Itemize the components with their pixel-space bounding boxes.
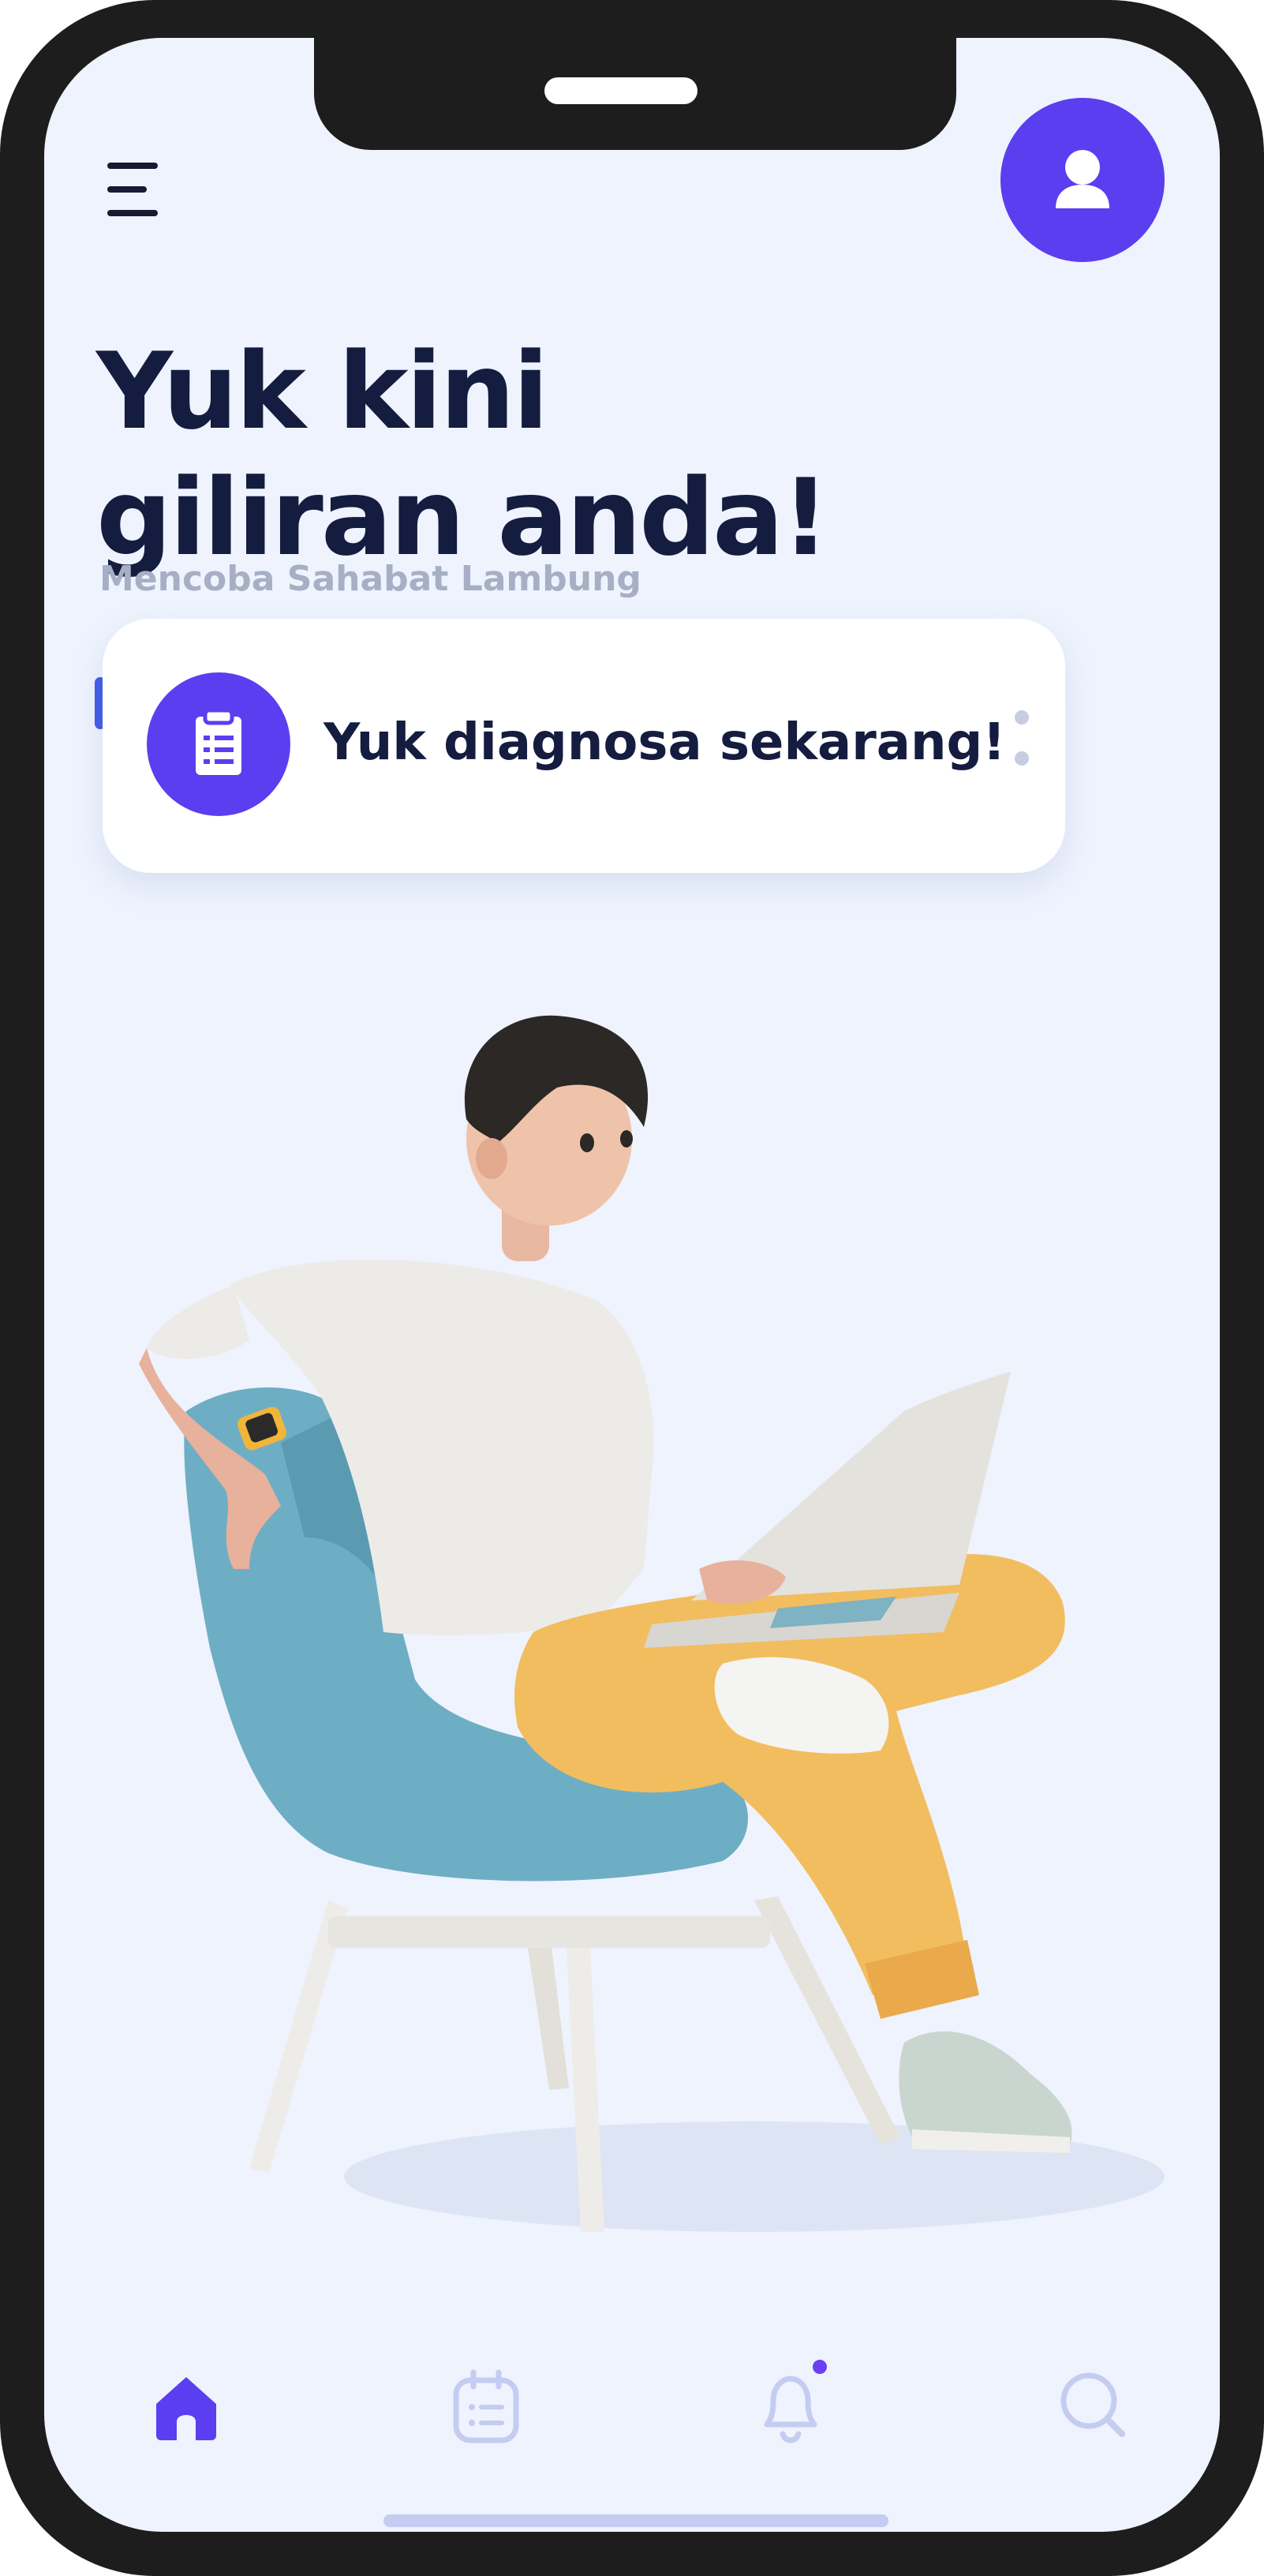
tab-home[interactable] bbox=[139, 2358, 234, 2453]
home-icon bbox=[156, 2377, 216, 2440]
menu-icon bbox=[107, 148, 186, 227]
tab-notifications[interactable] bbox=[743, 2358, 838, 2453]
notch-speaker bbox=[544, 77, 697, 104]
page-title: Yuk kini giliran anda! bbox=[96, 328, 830, 581]
bottom-tab-bar bbox=[44, 2358, 1220, 2484]
search-icon bbox=[1060, 2372, 1125, 2437]
page-subtitle: Mencoba Sahabat Lambung bbox=[99, 559, 641, 599]
notification-badge bbox=[813, 2360, 827, 2374]
home-indicator[interactable] bbox=[383, 2514, 888, 2527]
device-notch bbox=[314, 38, 956, 150]
phone-frame: Yuk kini giliran anda! Mencoba Sahabat L… bbox=[0, 0, 1264, 2576]
diagnose-card[interactable]: Yuk diagnosa sekarang! bbox=[103, 619, 1065, 873]
person-on-chair-illustration bbox=[139, 1015, 1165, 2232]
user-icon bbox=[1056, 150, 1109, 208]
tab-calendar[interactable] bbox=[439, 2358, 533, 2453]
clipboard-list-icon bbox=[147, 672, 290, 816]
calendar-icon bbox=[453, 2369, 519, 2443]
phone-side-button bbox=[0, 331, 3, 426]
profile-button[interactable] bbox=[1000, 98, 1165, 262]
tab-search[interactable] bbox=[1046, 2358, 1141, 2453]
more-vertical-icon[interactable] bbox=[1010, 710, 1034, 783]
diagnose-card-label: Yuk diagnosa sekarang! bbox=[323, 713, 1006, 772]
page-title-line-1: Yuk kini bbox=[96, 330, 549, 453]
app-screen: Yuk kini giliran anda! Mencoba Sahabat L… bbox=[44, 38, 1220, 2532]
menu-button[interactable] bbox=[107, 148, 186, 227]
